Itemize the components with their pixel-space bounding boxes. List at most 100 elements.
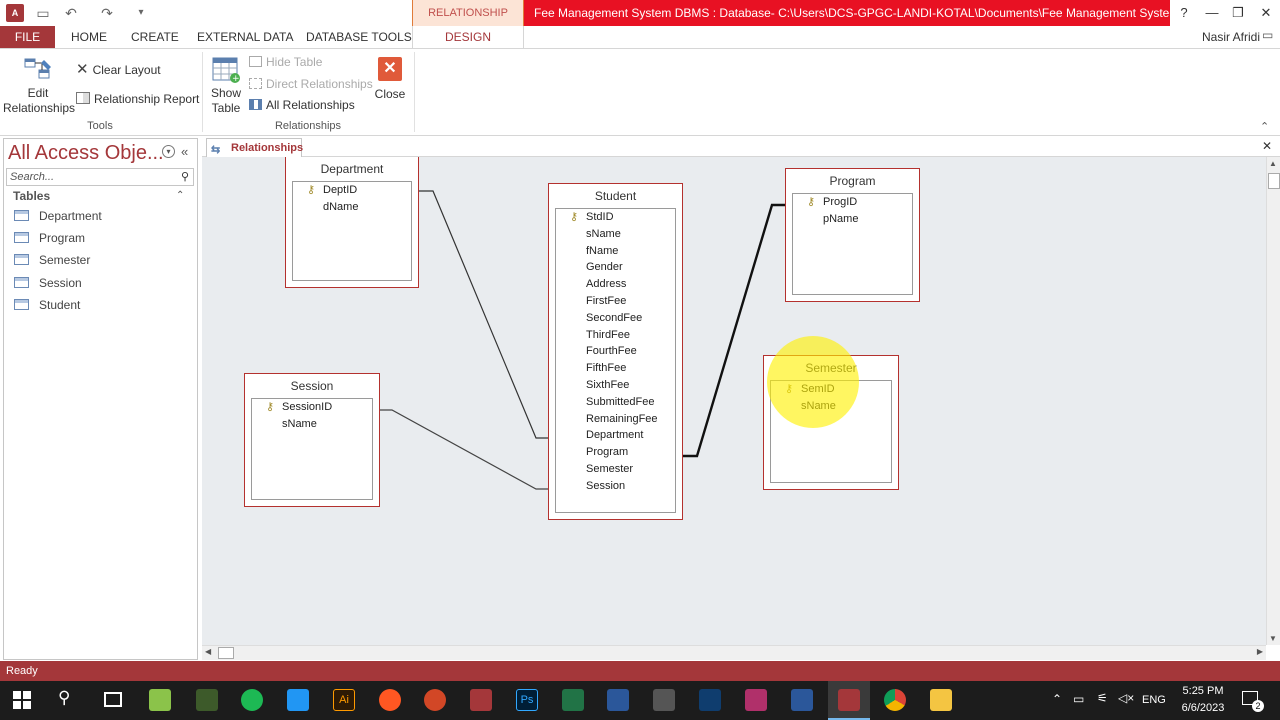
edit-relationships-button[interactable]: Edit Relationships xyxy=(3,86,75,116)
field-sname[interactable]: sName xyxy=(556,226,675,243)
taskbar-phone-icon[interactable] xyxy=(241,689,263,711)
field-fifthfee[interactable]: FifthFee xyxy=(556,360,675,377)
tab-create[interactable]: CREATE xyxy=(123,26,187,48)
relationships-canvas[interactable]: Department DeptID dName Student StdID sN… xyxy=(202,157,1266,645)
user-menu-chevron-icon[interactable]: ▭ xyxy=(1262,28,1273,42)
excel-icon[interactable] xyxy=(562,689,584,711)
horizontal-scrollbar[interactable]: ◀ ▶ xyxy=(202,645,1266,660)
pdf-app-icon[interactable] xyxy=(745,689,767,711)
access-taskbar-icon[interactable] xyxy=(838,689,860,711)
taskbar-app-icon[interactable] xyxy=(149,689,171,711)
scroll-right-icon[interactable]: ▶ xyxy=(1257,647,1263,656)
tab-database-tools[interactable]: DATABASE TOOLS xyxy=(298,26,420,48)
field-secondfee[interactable]: SecondFee xyxy=(556,310,675,327)
volume-icon[interactable]: ◁× xyxy=(1118,691,1134,705)
file-explorer-icon[interactable] xyxy=(930,689,952,711)
taskbar-app-icon[interactable] xyxy=(196,689,218,711)
clock-time[interactable]: 5:25 PM xyxy=(1178,685,1228,697)
field-firstfee[interactable]: FirstFee xyxy=(556,293,675,310)
close-window-button[interactable]: ✕ xyxy=(1254,2,1278,24)
nav-item-department[interactable]: Department xyxy=(14,205,102,227)
scroll-left-icon[interactable]: ◀ xyxy=(205,647,211,656)
chrome-icon[interactable] xyxy=(884,689,906,711)
field-sixthfee[interactable]: SixthFee xyxy=(556,377,675,394)
hide-table-button[interactable]: Hide Table xyxy=(249,52,322,72)
tab-relationships[interactable]: ⇆ Relationships xyxy=(206,138,303,157)
horizontal-scroll-thumb[interactable] xyxy=(218,647,234,659)
field-fname[interactable]: fName xyxy=(556,243,675,260)
all-relationships-button[interactable]: All Relationships xyxy=(249,95,355,115)
collapse-ribbon-icon[interactable]: ⌃ xyxy=(1260,120,1269,133)
network-icon[interactable]: ⚟ xyxy=(1097,691,1108,705)
photoshop-icon[interactable]: Ps xyxy=(516,689,538,711)
field-stdid[interactable]: StdID xyxy=(556,209,675,226)
clock-date[interactable]: 6/6/2023 xyxy=(1174,702,1232,714)
search-icon[interactable]: ⚲ xyxy=(177,169,193,185)
clear-layout-button[interactable]: ✕ Clear Layout xyxy=(76,60,161,80)
nav-item-semester[interactable]: Semester xyxy=(14,249,90,271)
close-document-button[interactable]: ✕ xyxy=(1262,139,1272,153)
field-department[interactable]: Department xyxy=(556,427,675,444)
close-relationships-button[interactable]: Close xyxy=(370,87,410,102)
field-session[interactable]: Session xyxy=(556,478,675,495)
direct-relationships-button[interactable]: Direct Relationships xyxy=(249,74,373,94)
nav-pane-title[interactable]: All Access Obje... xyxy=(8,142,164,165)
word-icon[interactable] xyxy=(607,689,629,711)
battery-icon[interactable]: ▭ xyxy=(1073,692,1084,706)
taskbar-app-icon[interactable] xyxy=(653,689,675,711)
restore-button[interactable]: ❐ xyxy=(1226,2,1250,24)
vertical-scrollbar[interactable]: ▲ ▼ xyxy=(1266,157,1280,645)
field-sessionid[interactable]: SessionID xyxy=(252,399,372,416)
field-sname[interactable]: sName xyxy=(252,416,372,433)
vertical-scroll-thumb[interactable] xyxy=(1268,173,1280,189)
field-program[interactable]: Program xyxy=(556,444,675,461)
table-session[interactable]: Session SessionID sName xyxy=(244,373,380,507)
field-deptid[interactable]: DeptID xyxy=(293,182,411,199)
show-hidden-icons-icon[interactable]: ⌃ xyxy=(1052,692,1062,706)
relationship-report-button[interactable]: Relationship Report xyxy=(76,89,199,109)
nav-item-student[interactable]: Student xyxy=(14,294,80,316)
field-thirdfee[interactable]: ThirdFee xyxy=(556,327,675,344)
nav-item-program[interactable]: Program xyxy=(14,227,85,249)
table-department[interactable]: Department DeptID dName xyxy=(285,157,419,288)
field-address[interactable]: Address xyxy=(556,276,675,293)
help-button[interactable]: ? xyxy=(1172,2,1196,24)
redo-icon[interactable]: ↷ xyxy=(98,4,116,22)
field-submittedfee[interactable]: SubmittedFee xyxy=(556,394,675,411)
tab-external-data[interactable]: EXTERNAL DATA xyxy=(189,26,301,48)
nav-item-session[interactable]: Session xyxy=(14,272,82,294)
tab-design[interactable]: DESIGN xyxy=(412,26,524,48)
field-dname[interactable]: dName xyxy=(293,199,411,216)
show-table-button[interactable]: Show Table xyxy=(206,86,246,116)
scroll-down-icon[interactable]: ▼ xyxy=(1269,634,1277,643)
nav-pane-menu-chevron-icon[interactable]: ▾ xyxy=(162,145,175,158)
tab-home[interactable]: HOME xyxy=(63,26,115,48)
field-progid[interactable]: ProgID xyxy=(793,194,912,211)
taskbar-app-icon[interactable] xyxy=(287,689,309,711)
field-gender[interactable]: Gender xyxy=(556,259,675,276)
taskbar-app-icon[interactable] xyxy=(699,689,721,711)
access-app-icon[interactable]: A xyxy=(6,4,24,22)
scroll-up-icon[interactable]: ▲ xyxy=(1269,159,1277,168)
undo-icon[interactable]: ↶ xyxy=(62,4,80,22)
powerpoint-icon[interactable] xyxy=(424,689,446,711)
windows-start-icon[interactable] xyxy=(13,691,31,709)
save-icon[interactable]: ▭ xyxy=(34,4,52,22)
field-pname[interactable]: pName xyxy=(793,211,912,228)
search-icon[interactable]: ⚲ xyxy=(58,688,70,708)
user-name[interactable]: Nasir Afridi xyxy=(1202,26,1260,48)
word-icon[interactable] xyxy=(791,689,813,711)
tables-section-header[interactable]: Tables xyxy=(13,189,50,203)
task-view-icon[interactable] xyxy=(104,692,122,707)
tab-file[interactable]: FILE xyxy=(0,26,55,48)
minimize-button[interactable]: — xyxy=(1200,2,1224,24)
customize-qat-icon[interactable]: ▾ xyxy=(132,4,150,22)
access-taskbar-icon[interactable] xyxy=(470,689,492,711)
nav-search-input[interactable]: Search... xyxy=(6,168,194,186)
shutter-bar-collapse-icon[interactable]: « xyxy=(181,144,188,159)
table-student[interactable]: Student StdID sName fName Gender Address… xyxy=(548,183,683,520)
table-program[interactable]: Program ProgID pName xyxy=(785,168,920,302)
field-remainingfee[interactable]: RemainingFee xyxy=(556,411,675,428)
taskbar-recorder-icon[interactable] xyxy=(379,689,401,711)
field-semester[interactable]: Semester xyxy=(556,461,675,478)
